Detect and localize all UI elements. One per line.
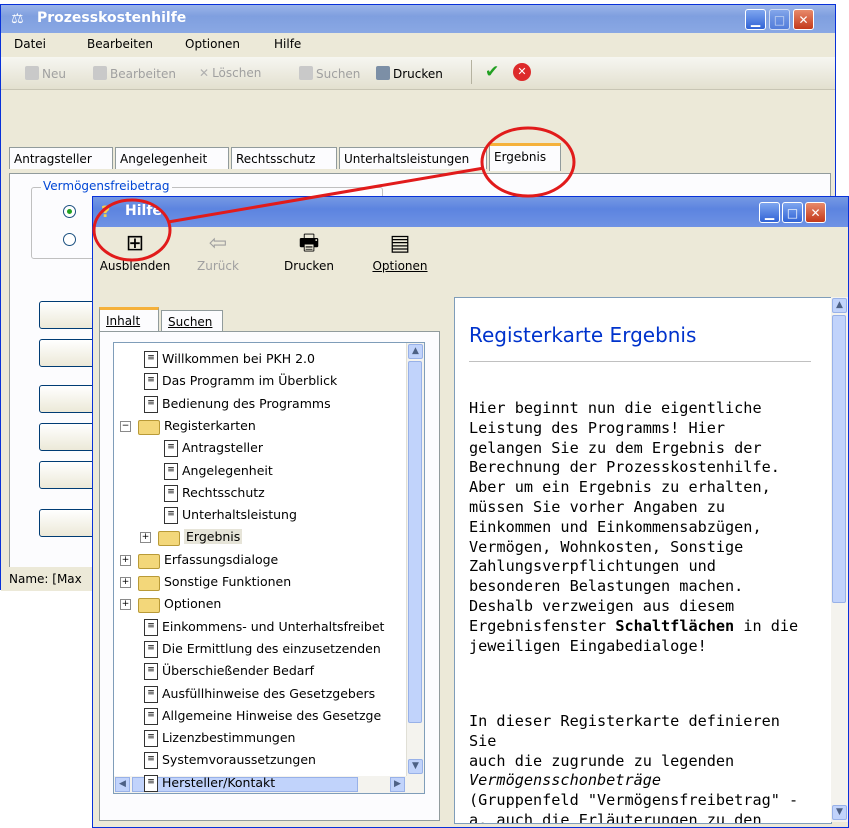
annotation-overlay [92, 126, 576, 262]
annotation-circle-help [92, 198, 172, 262]
annotation-circle-tab [480, 126, 576, 198]
annotation-line [167, 166, 485, 224]
